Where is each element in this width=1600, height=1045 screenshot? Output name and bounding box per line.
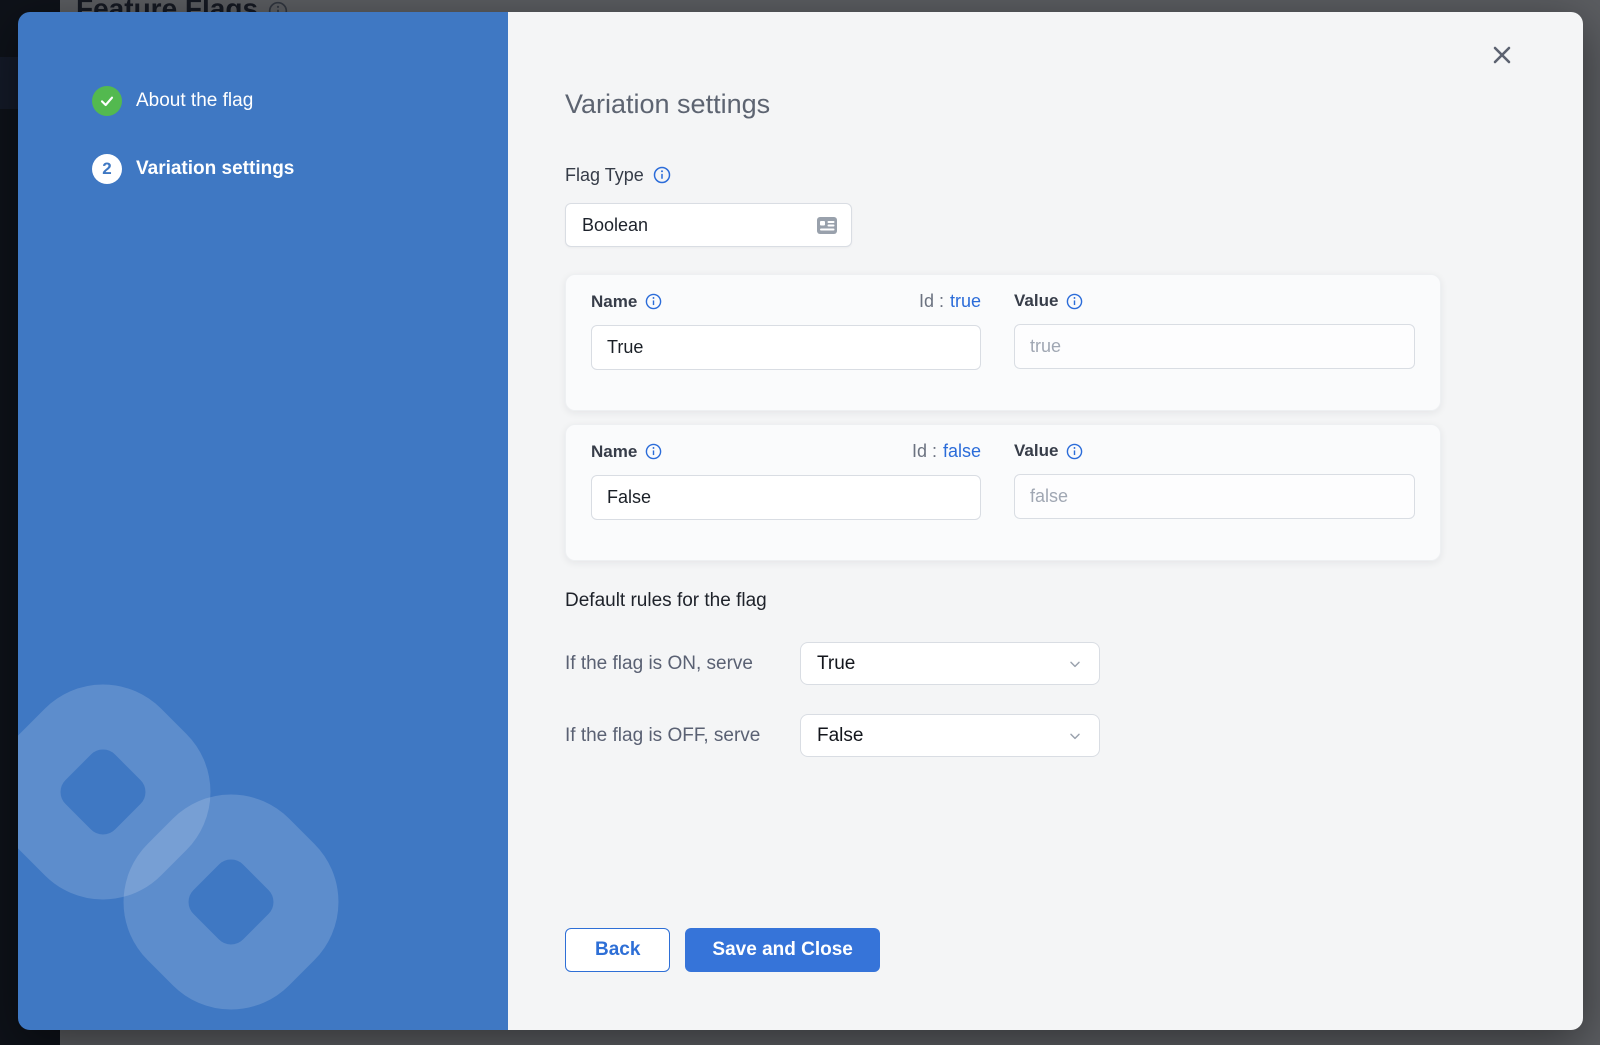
create-flag-modal: About the flag 2 Variation settings Vari… (18, 12, 1583, 1030)
value-label: Value (1014, 291, 1083, 311)
rule-on-label: If the flag is ON, serve (565, 653, 800, 675)
rule-off-select[interactable]: False (800, 714, 1100, 757)
rule-on-select-value: True (817, 653, 855, 675)
name-label: Name (591, 442, 662, 462)
rule-row-off: If the flag is OFF, serve False (565, 714, 1523, 757)
flag-type-select-value: Boolean (582, 215, 648, 236)
flag-type-select[interactable]: Boolean (565, 203, 852, 247)
variation-card-true: Name Id : true (565, 274, 1441, 411)
back-button[interactable]: Back (565, 928, 670, 972)
variation-value-input[interactable] (1014, 474, 1415, 519)
variation-id: Id : false (912, 441, 981, 462)
check-icon (92, 86, 122, 116)
save-and-close-button[interactable]: Save and Close (685, 928, 879, 972)
step-variation-settings[interactable]: 2 Variation settings (18, 154, 508, 184)
variation-settings-panel: Variation settings Flag Type Boolean (508, 12, 1583, 1030)
wizard-sidebar: About the flag 2 Variation settings (18, 12, 508, 1030)
rule-off-label: If the flag is OFF, serve (565, 725, 800, 747)
value-label-text: Value (1014, 291, 1058, 311)
variation-id: Id : true (919, 291, 981, 312)
name-label: Name (591, 292, 662, 312)
modal-actions: Back Save and Close (565, 928, 1523, 972)
step-label: About the flag (136, 90, 253, 112)
value-label: Value (1014, 441, 1083, 461)
profile-card-icon (816, 216, 838, 235)
chevron-down-icon (1067, 656, 1083, 672)
step-number-badge: 2 (92, 154, 122, 184)
id-label: Id : (919, 291, 944, 311)
step-label: Variation settings (136, 158, 294, 180)
variation-name-input[interactable] (591, 475, 981, 520)
variation-name-input[interactable] (591, 325, 981, 370)
info-icon[interactable] (645, 443, 662, 460)
name-label-text: Name (591, 442, 637, 462)
rule-on-select[interactable]: True (800, 642, 1100, 685)
id-value: false (943, 441, 981, 461)
step-about-the-flag[interactable]: About the flag (18, 86, 508, 116)
info-icon[interactable] (1066, 293, 1083, 310)
variation-value-input[interactable] (1014, 324, 1415, 369)
flag-type-label: Flag Type (565, 164, 1523, 186)
rule-off-select-value: False (817, 725, 863, 747)
panel-title: Variation settings (565, 88, 1523, 120)
chevron-down-icon (1067, 728, 1083, 744)
flag-type-label-text: Flag Type (565, 164, 644, 186)
close-icon[interactable] (1487, 40, 1517, 70)
info-icon[interactable] (645, 293, 662, 310)
id-value: true (950, 291, 981, 311)
default-rules-title: Default rules for the flag (565, 589, 1523, 613)
name-label-text: Name (591, 292, 637, 312)
info-icon[interactable] (1066, 443, 1083, 460)
id-label: Id : (912, 441, 937, 461)
value-label-text: Value (1014, 441, 1058, 461)
variation-card-false: Name Id : false (565, 424, 1441, 561)
rule-row-on: If the flag is ON, serve True (565, 642, 1523, 685)
info-icon[interactable] (653, 166, 671, 184)
